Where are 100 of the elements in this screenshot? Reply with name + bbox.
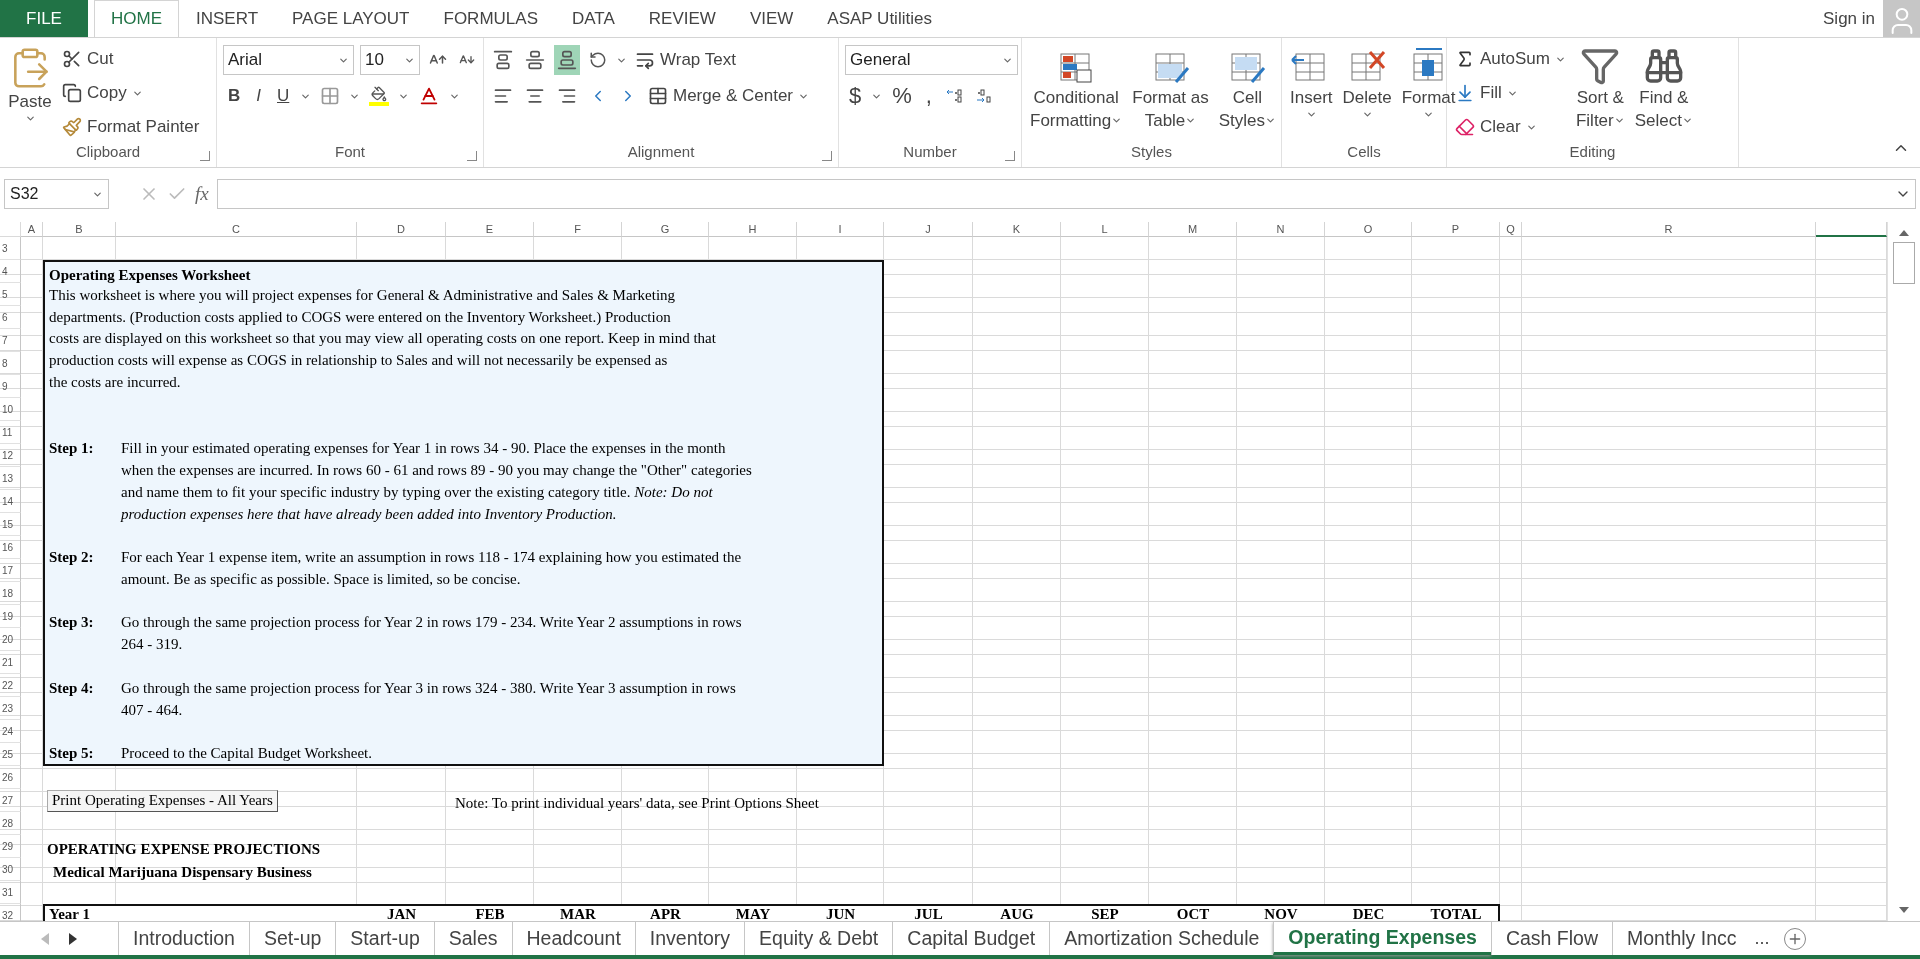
column-header[interactable]: I [797,222,884,237]
caret-icon [1185,115,1197,126]
column-header[interactable] [1816,222,1887,237]
find-select-button[interactable]: Find & Select [1632,44,1695,143]
row-header[interactable]: 10 [0,398,21,421]
dialog-launcher-icon[interactable] [822,151,832,161]
column-header[interactable]: J [884,222,973,237]
column-header[interactable]: C [116,222,357,237]
row-header[interactable]: 5 [0,283,21,306]
row-header[interactable]: 12 [0,444,21,467]
column-header[interactable]: M [1149,222,1237,237]
row-header[interactable]: 25 [0,743,21,766]
column-header[interactable]: P [1412,222,1500,237]
row-header[interactable]: 7 [0,329,21,352]
comma-button[interactable]: , [921,81,936,111]
print-button[interactable]: Print Operating Expenses - All Years [47,789,278,812]
row-header[interactable]: 22 [0,674,21,697]
row-header[interactable]: 15 [0,513,21,536]
add-sheet-button[interactable] [1783,927,1806,950]
scroll-up-icon[interactable] [1899,230,1909,236]
column-header[interactable]: A [21,222,43,237]
row-header[interactable]: 19 [0,605,21,628]
percent-button[interactable]: % [888,81,916,111]
column-header[interactable]: Q [1500,222,1522,237]
caret-icon [1681,115,1693,126]
row-header[interactable]: 29 [0,835,21,858]
dialog-launcher-icon[interactable] [200,151,210,161]
vertical-align-button[interactable] [554,45,580,75]
column-header[interactable]: K [973,222,1061,237]
wrap-text-button[interactable]: Wrap Text [633,45,738,75]
name-box[interactable]: S32 [4,179,109,209]
copy-button[interactable]: Copy [60,78,202,108]
row-header[interactable]: 14 [0,490,21,513]
horizontal-align-icon [525,86,545,106]
scissors-icon [62,49,82,69]
sort-filter-button[interactable]: Sort & Filter [1573,44,1627,143]
font-size-field[interactable]: 10 [360,45,420,75]
styles-button[interactable]: Conditional Formatting [1028,44,1125,143]
row-header[interactable]: 28 [0,812,21,835]
column-header[interactable]: N [1237,222,1325,237]
column-header[interactable]: O [1325,222,1412,237]
insert-button[interactable]: Insert [1288,44,1335,143]
number-format-field[interactable]: General [845,45,1018,75]
row-header[interactable]: 26 [0,766,21,789]
step-label: Step 3: [49,613,95,633]
row-header[interactable]: 17 [0,559,21,582]
merge-center-button[interactable]: Merge & Center [646,81,811,111]
row-header[interactable]: 32 [0,904,21,921]
paste-button[interactable]: Paste [6,44,54,143]
styles-button[interactable]: Cell Styles [1216,44,1279,143]
column-header[interactable]: B [43,222,116,237]
month-header: AUG [1000,906,1034,921]
row-header[interactable]: 18 [0,582,21,605]
column-header[interactable]: R [1522,222,1816,237]
row-header[interactable]: 31 [0,881,21,904]
column-header[interactable]: F [534,222,622,237]
next-sheet-icon[interactable] [69,932,77,945]
dialog-launcher-icon[interactable] [1005,151,1015,161]
format-painter-button[interactable]: Format Painter [60,112,202,142]
file-tab[interactable]: FILE [0,0,88,37]
formula-field[interactable] [216,179,1916,209]
column-header[interactable]: H [709,222,797,237]
cut-button[interactable]: Cut [60,44,202,74]
sign-in-link[interactable]: Sign in [1823,8,1875,29]
scrollbar-thumb[interactable] [1893,242,1915,284]
row-header[interactable]: 3 [0,237,21,260]
font-name-field[interactable]: Arial [223,45,354,75]
styles-button[interactable]: Format as Table [1130,44,1211,143]
column-header[interactable]: L [1061,222,1149,237]
column-header[interactable]: G [622,222,709,237]
row-header[interactable]: 16 [0,536,21,559]
row-header[interactable]: 27 [0,789,21,812]
scroll-down-icon[interactable] [1899,907,1909,913]
more-sheets-button[interactable]: ... [1754,928,1770,949]
row-header[interactable]: 30 [0,858,21,881]
row-header[interactable]: 9 [0,375,21,398]
currency-button[interactable]: $ [845,81,866,111]
business-name: Medical Marijuana Dispensary Business [53,864,312,881]
italic-button[interactable]: I [251,81,266,111]
row-header[interactable]: 20 [0,628,21,651]
ribbon-tab[interactable]: HOME [94,0,179,37]
dialog-launcher-icon[interactable] [467,151,477,161]
delete-button[interactable]: Delete [1340,44,1394,143]
merge-icon [648,86,668,106]
sheet-tab[interactable]: Operating Expenses [1273,922,1491,955]
column-header[interactable]: E [446,222,534,237]
instructions-title: Operating Expenses Worksheet [49,265,252,284]
row-header[interactable]: 24 [0,720,21,743]
row-header[interactable]: 13 [0,467,21,490]
insert-function-button[interactable]: fx [195,183,209,205]
row-header[interactable]: 8 [0,352,21,375]
row-header[interactable]: 11 [0,421,21,444]
row-header[interactable]: 6 [0,306,21,329]
step-text: Fill in your estimated operating expenses for Year 1 in rows 34 - 90. Place the expenses in the month when the expenses are incurred. In rows 60 - 61 and rows 89 - 90 you may change the "Other" categories and name them to fit your specific industry by typing over the existing category title. Note: Do not production expenses here that have already been added into Inventory Production. [121,438,753,524]
column-header[interactable]: D [357,222,446,237]
row-header[interactable]: 21 [0,651,21,674]
row-header[interactable]: 23 [0,697,21,720]
row-header[interactable]: 4 [0,260,21,283]
underline-button[interactable]: U [272,81,295,111]
bold-button[interactable]: B [223,81,246,111]
